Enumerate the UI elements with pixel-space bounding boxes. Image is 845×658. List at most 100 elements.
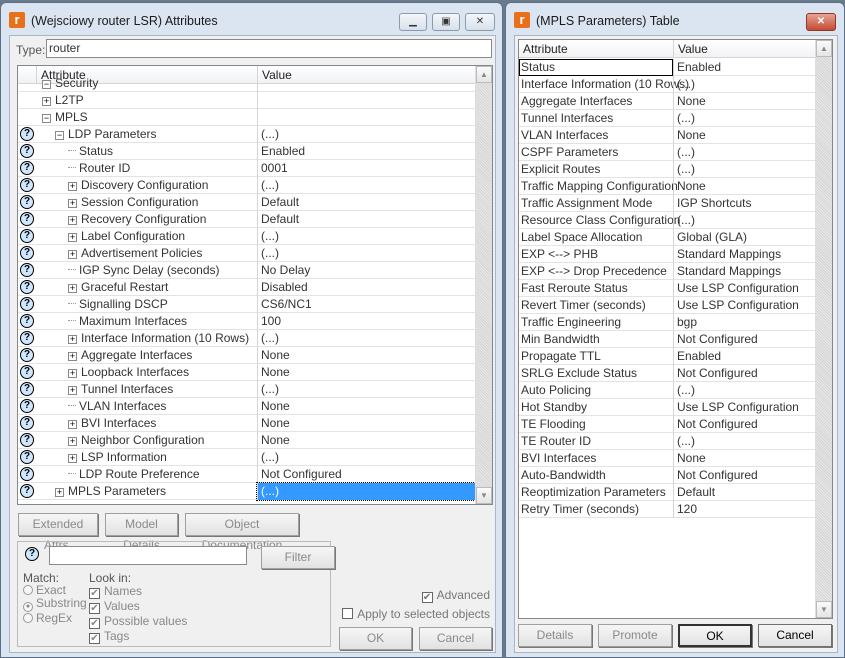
lookin-option[interactable]: ✔ Values <box>89 599 187 614</box>
value-cell[interactable]: Not Configured <box>673 365 815 382</box>
value-cell[interactable]: (...) <box>257 330 475 347</box>
table-row[interactable]: Traffic Assignment Mode IGP Shortcuts <box>519 195 815 212</box>
expand-icon[interactable]: + <box>68 352 77 361</box>
scroll-up-button[interactable]: ▲ <box>476 66 492 83</box>
expand-icon[interactable]: + <box>68 284 77 293</box>
attribute-cell[interactable]: Resource Class Configuration <box>519 212 680 229</box>
expand-icon[interactable]: + <box>68 199 77 208</box>
value-cell[interactable]: (...) <box>257 245 475 262</box>
tree-row[interactable]: ? − LDP Parameters (...) <box>18 126 475 143</box>
tree-row[interactable]: ? Maximum Interfaces 100 <box>18 313 475 330</box>
promote-button[interactable]: Promote <box>598 624 672 647</box>
table-row[interactable]: VLAN Interfaces None <box>519 127 815 144</box>
lookin-option[interactable]: ✔ Possible values <box>89 614 187 629</box>
table-row[interactable]: EXP <--> Drop Precedence Standard Mapping… <box>519 263 815 280</box>
table-row[interactable]: Fast Reroute Status Use LSP Configuration <box>519 280 815 297</box>
help-icon[interactable]: ? <box>20 450 34 464</box>
value-cell[interactable]: Enabled <box>257 143 475 160</box>
attribute-cell[interactable]: Retry Timer (seconds) <box>519 501 673 518</box>
table-row[interactable]: Explicit Routes (...) <box>519 161 815 178</box>
match-option-regex[interactable]: RegEx <box>23 612 87 625</box>
tree-row[interactable]: ? + Interface Information (10 Rows) (...) <box>18 330 475 347</box>
value-cell[interactable]: Use LSP Configuration <box>673 280 815 297</box>
value-cell[interactable]: bgp <box>673 314 815 331</box>
table-row[interactable]: Label Space Allocation Global (GLA) <box>519 229 815 246</box>
expand-icon[interactable]: + <box>68 250 77 259</box>
help-icon[interactable]: ? <box>20 178 34 192</box>
table-row[interactable]: Auto-Bandwidth Not Configured <box>519 467 815 484</box>
value-cell[interactable]: Default <box>257 211 475 228</box>
help-icon[interactable]: ? <box>20 297 34 311</box>
table-row[interactable]: Status Enabled <box>519 59 815 76</box>
ok-button[interactable]: OK <box>339 627 412 650</box>
attribute-cell[interactable]: Tunnel Interfaces <box>519 110 673 127</box>
tree-row[interactable]: ? Signalling DSCP CS6/NC1 <box>18 296 475 313</box>
attribute-cell[interactable]: TE Router ID <box>519 433 673 450</box>
value-cell[interactable]: (...) <box>673 433 815 450</box>
expand-icon[interactable]: + <box>68 437 77 446</box>
match-option-substring[interactable]: ● Substring <box>23 597 87 612</box>
collapse-icon[interactable]: − <box>55 131 64 140</box>
filter-input[interactable] <box>49 546 247 565</box>
table-row[interactable]: Reoptimization Parameters Default <box>519 484 815 501</box>
value-cell[interactable]: None <box>257 432 475 449</box>
attribute-cell[interactable]: Interface Information (10 Rows) <box>519 76 689 93</box>
value-cell[interactable]: Global (GLA) <box>673 229 815 246</box>
attribute-cell[interactable]: SRLG Exclude Status <box>519 365 673 382</box>
value-cell[interactable]: None <box>673 450 815 467</box>
table-row[interactable]: TE Router ID (...) <box>519 433 815 450</box>
attribute-cell[interactable]: CSPF Parameters <box>519 144 673 161</box>
value-cell[interactable]: 100 <box>257 313 475 330</box>
scroll-down-button[interactable]: ▼ <box>476 487 492 504</box>
tree-row[interactable]: ? IGP Sync Delay (seconds) No Delay <box>18 262 475 279</box>
help-icon[interactable]: ? <box>20 382 34 396</box>
expand-icon[interactable]: + <box>68 454 77 463</box>
value-cell[interactable]: Enabled <box>673 348 815 365</box>
value-cell[interactable]: Use LSP Configuration <box>673 399 815 416</box>
value-cell[interactable]: (...) <box>673 161 815 178</box>
help-icon[interactable]: ? <box>20 161 34 175</box>
value-cell[interactable]: (...) <box>257 177 475 194</box>
help-icon[interactable]: ? <box>20 229 34 243</box>
attribute-cell[interactable]: Propagate TTL <box>519 348 673 365</box>
ok-button[interactable]: OK <box>678 624 752 647</box>
value-cell[interactable]: Disabled <box>257 279 475 296</box>
attribute-cell[interactable]: Fast Reroute Status <box>519 280 673 297</box>
attribute-cell[interactable]: Status <box>519 59 673 76</box>
filter-button[interactable]: Filter <box>261 546 335 569</box>
tree-row[interactable]: − Security <box>18 75 475 92</box>
table-row[interactable]: BVI Interfaces None <box>519 450 815 467</box>
tree-row[interactable]: ? + Recovery Configuration Default <box>18 211 475 228</box>
help-icon[interactable]: ? <box>20 484 34 498</box>
tree-row[interactable]: ? + MPLS Parameters (...) <box>18 482 476 501</box>
collapse-icon[interactable]: − <box>42 114 51 123</box>
lookin-option[interactable]: ✔ Names <box>89 584 187 599</box>
attribute-cell[interactable]: Label Space Allocation <box>519 229 673 246</box>
table-row[interactable]: Min Bandwidth Not Configured <box>519 331 815 348</box>
attribute-cell[interactable]: EXP <--> Drop Precedence <box>519 263 673 280</box>
value-cell[interactable]: Default <box>673 484 815 501</box>
value-cell[interactable]: None <box>257 415 475 432</box>
value-cell[interactable]: (...) <box>257 228 475 245</box>
minimize-button[interactable]: ▁ <box>399 13 427 31</box>
value-cell[interactable]: Not Configured <box>673 416 815 433</box>
table-row[interactable]: Hot Standby Use LSP Configuration <box>519 399 815 416</box>
value-cell[interactable]: IGP Shortcuts <box>673 195 815 212</box>
help-icon[interactable]: ? <box>20 433 34 447</box>
attribute-cell[interactable]: Reoptimization Parameters <box>519 484 673 501</box>
value-cell[interactable] <box>257 109 475 126</box>
attribute-cell[interactable]: VLAN Interfaces <box>519 127 673 144</box>
help-icon[interactable]: ? <box>20 127 34 141</box>
help-icon[interactable]: ? <box>20 416 34 430</box>
value-cell[interactable]: Use LSP Configuration <box>673 297 815 314</box>
expand-icon[interactable]: + <box>68 216 77 225</box>
attribute-cell[interactable]: Explicit Routes <box>519 161 673 178</box>
expand-icon[interactable]: + <box>42 97 51 106</box>
header-value[interactable]: Value <box>673 40 815 58</box>
help-icon[interactable]: ? <box>20 144 34 158</box>
tree-row[interactable]: ? + Discovery Configuration (...) <box>18 177 475 194</box>
attribute-cell[interactable]: Hot Standby <box>519 399 673 416</box>
help-icon[interactable]: ? <box>20 331 34 345</box>
scroll-up-button[interactable]: ▲ <box>816 40 832 57</box>
tree-row[interactable]: ? + Graceful Restart Disabled <box>18 279 475 296</box>
